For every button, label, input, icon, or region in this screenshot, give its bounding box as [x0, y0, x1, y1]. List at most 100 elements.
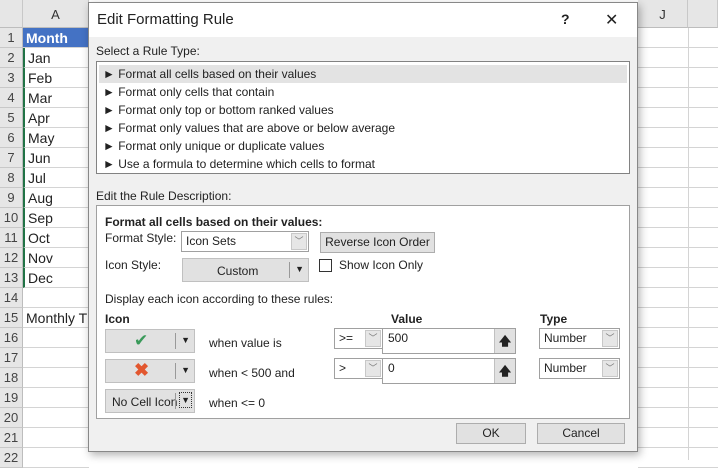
gridline — [638, 327, 718, 328]
description-heading: Format all cells based on their values: — [105, 215, 323, 229]
show-icon-only-checkbox[interactable] — [319, 259, 332, 272]
icon-column-header: Icon — [105, 312, 130, 326]
type-value: Number — [544, 331, 587, 345]
cell-a15[interactable]: Monthly T — [23, 308, 89, 328]
row-header[interactable]: 16 — [0, 328, 23, 348]
icon-style-value: Custom — [217, 264, 259, 278]
cell-a14[interactable] — [23, 288, 89, 308]
chevron-down-icon: ﹀ — [602, 330, 618, 347]
cell-a13[interactable]: Dec — [23, 268, 89, 288]
chevron-down-icon: ﹀ — [602, 360, 618, 377]
range-select-icon[interactable]: 🡅 — [494, 359, 515, 383]
icon-select-check[interactable]: ✔ ▼ — [105, 329, 195, 353]
row-header[interactable]: 1 — [0, 28, 23, 48]
close-icon[interactable]: ✕ — [605, 10, 618, 30]
icon-select-none[interactable]: No Cell Icon ▼ — [105, 389, 195, 413]
operator-select[interactable]: > ﹀ — [334, 358, 383, 379]
edit-formatting-rule-dialog: Edit Formatting Rule ? ✕ Select a Rule T… — [88, 2, 638, 452]
operator-value: > — [339, 361, 347, 375]
cell-a4[interactable]: Mar — [23, 88, 89, 108]
rule-type-list[interactable]: ► Format all cells based on their values… — [96, 61, 630, 174]
column-header-j[interactable]: J — [638, 0, 688, 28]
value-input[interactable]: 500 🡅 — [382, 328, 516, 354]
cell-a6[interactable]: May — [23, 128, 89, 148]
row-header[interactable]: 2 — [0, 48, 23, 68]
gridline — [638, 87, 718, 88]
gridline — [638, 147, 718, 148]
gridline — [638, 287, 718, 288]
cell-a19[interactable] — [23, 388, 89, 408]
format-style-select[interactable]: Icon Sets ﹀ — [181, 231, 309, 252]
chevron-down-icon: ﹀ — [291, 233, 307, 250]
rule-type-item[interactable]: ► Format only unique or duplicate values — [99, 137, 627, 155]
cell-a17[interactable] — [23, 348, 89, 368]
rule-type-item[interactable]: ► Format only top or bottom ranked value… — [99, 101, 627, 119]
row-header[interactable]: 12 — [0, 248, 23, 268]
cell-a2[interactable]: Jan — [23, 48, 89, 68]
gridline — [638, 127, 718, 128]
cell-a5[interactable]: Apr — [23, 108, 89, 128]
row-header[interactable]: 20 — [0, 408, 23, 428]
range-select-icon[interactable]: 🡅 — [494, 329, 515, 353]
chevron-down-icon: ﹀ — [365, 360, 381, 377]
cell-a3[interactable]: Feb — [23, 68, 89, 88]
column-header-a[interactable]: A — [23, 0, 89, 28]
gridline — [638, 207, 718, 208]
gridline — [638, 67, 718, 68]
icon-style-label: Icon Style: — [105, 258, 162, 272]
icon-select-cross[interactable]: ✖ ▼ — [105, 359, 195, 383]
rule-type-item[interactable]: ► Format all cells based on their values — [99, 65, 627, 83]
icon-style-dropdown[interactable]: Custom ▼ — [182, 258, 309, 282]
gridline — [688, 28, 689, 460]
rule-type-item[interactable]: ► Use a formula to determine which cells… — [99, 155, 627, 173]
row-header[interactable]: 18 — [0, 368, 23, 388]
select-all-corner[interactable] — [0, 0, 23, 28]
cell-a12[interactable]: Nov — [23, 248, 89, 268]
reverse-icon-order-button[interactable]: Reverse Icon Order — [320, 232, 435, 253]
row-header[interactable]: 10 — [0, 208, 23, 228]
row-header[interactable]: 19 — [0, 388, 23, 408]
cell-a1[interactable]: Month — [23, 28, 89, 48]
gridline — [638, 267, 718, 268]
cell-a11[interactable]: Oct — [23, 228, 89, 248]
row-header[interactable]: 7 — [0, 148, 23, 168]
value-input[interactable]: 0 🡅 — [382, 358, 516, 384]
cell-a16[interactable] — [23, 328, 89, 348]
gridline — [638, 227, 718, 228]
row-header[interactable]: 8 — [0, 168, 23, 188]
type-select[interactable]: Number ﹀ — [539, 328, 620, 349]
row-header[interactable]: 17 — [0, 348, 23, 368]
row-header[interactable]: 9 — [0, 188, 23, 208]
row-header[interactable]: 3 — [0, 68, 23, 88]
column-header-k[interactable] — [688, 0, 718, 28]
type-select[interactable]: Number ﹀ — [539, 358, 620, 379]
cell-a9[interactable]: Aug — [23, 188, 89, 208]
rule-type-item[interactable]: ► Format only cells that contain — [99, 83, 627, 101]
ok-button[interactable]: OK — [456, 423, 526, 444]
cell-a22[interactable] — [23, 448, 89, 468]
cell-a8[interactable]: Jul — [23, 168, 89, 188]
cell-a20[interactable] — [23, 408, 89, 428]
gridline — [638, 47, 718, 48]
row-header[interactable]: 22 — [0, 448, 23, 468]
help-button[interactable]: ? — [561, 11, 570, 27]
row-header[interactable]: 5 — [0, 108, 23, 128]
operator-select[interactable]: >= ﹀ — [334, 328, 383, 349]
cell-a7[interactable]: Jun — [23, 148, 89, 168]
row-header[interactable]: 14 — [0, 288, 23, 308]
row-header[interactable]: 21 — [0, 428, 23, 448]
cell-a18[interactable] — [23, 368, 89, 388]
cell-a10[interactable]: Sep — [23, 208, 89, 228]
row-header[interactable]: 15 — [0, 308, 23, 328]
row-header[interactable]: 11 — [0, 228, 23, 248]
edit-description-label: Edit the Rule Description: — [96, 189, 232, 203]
row-header[interactable]: 4 — [0, 88, 23, 108]
cell-a21[interactable] — [23, 428, 89, 448]
rule-type-item[interactable]: ► Format only values that are above or b… — [99, 119, 627, 137]
value-column-header: Value — [391, 312, 423, 326]
row-header[interactable]: 13 — [0, 268, 23, 288]
dropdown-arrow-icon: ▼ — [181, 335, 190, 345]
dialog-title: Edit Formatting Rule — [97, 11, 234, 28]
cancel-button[interactable]: Cancel — [537, 423, 625, 444]
row-header[interactable]: 6 — [0, 128, 23, 148]
